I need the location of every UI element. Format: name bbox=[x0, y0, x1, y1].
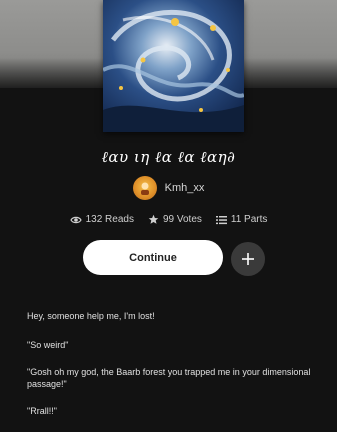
avatar-figure-icon bbox=[140, 182, 149, 195]
votes-count: 99 Votes bbox=[162, 214, 202, 225]
continue-button[interactable]: Continue bbox=[83, 240, 223, 275]
votes-stat: 99 Votes bbox=[148, 214, 202, 225]
parts-count: 11 Parts bbox=[230, 214, 268, 225]
eye-icon bbox=[69, 216, 82, 223]
add-to-library-button[interactable] bbox=[231, 242, 265, 276]
story-preview: Hey, someone help me, I'm lost! "So weir… bbox=[27, 310, 317, 432]
story-title: ℓαυ ιη ℓα ℓα ℓαη∂ bbox=[101, 148, 236, 166]
story-paragraph: "Gosh oh my god, the Baarb forest you tr… bbox=[27, 367, 311, 389]
parts-stat: 11 Parts bbox=[215, 214, 268, 225]
story-cover[interactable] bbox=[103, 0, 244, 132]
list-icon bbox=[215, 215, 227, 224]
star-icon bbox=[148, 214, 159, 224]
story-stats: 132 Reads 99 Votes 11 Parts bbox=[0, 214, 337, 225]
author-avatar[interactable] bbox=[132, 176, 157, 200]
reads-count: 132 Reads bbox=[85, 214, 134, 225]
plus-icon bbox=[242, 253, 254, 265]
author-row[interactable]: Kmh_xx bbox=[0, 176, 337, 200]
cover-art bbox=[103, 0, 244, 132]
story-paragraph: "Rrall!!" bbox=[27, 406, 57, 416]
story-paragraph: "So weird" bbox=[27, 340, 69, 350]
reads-stat: 132 Reads bbox=[69, 214, 134, 225]
author-name[interactable]: Kmh_xx bbox=[165, 182, 205, 194]
story-paragraph: Hey, someone help me, I'm lost! bbox=[27, 311, 155, 321]
